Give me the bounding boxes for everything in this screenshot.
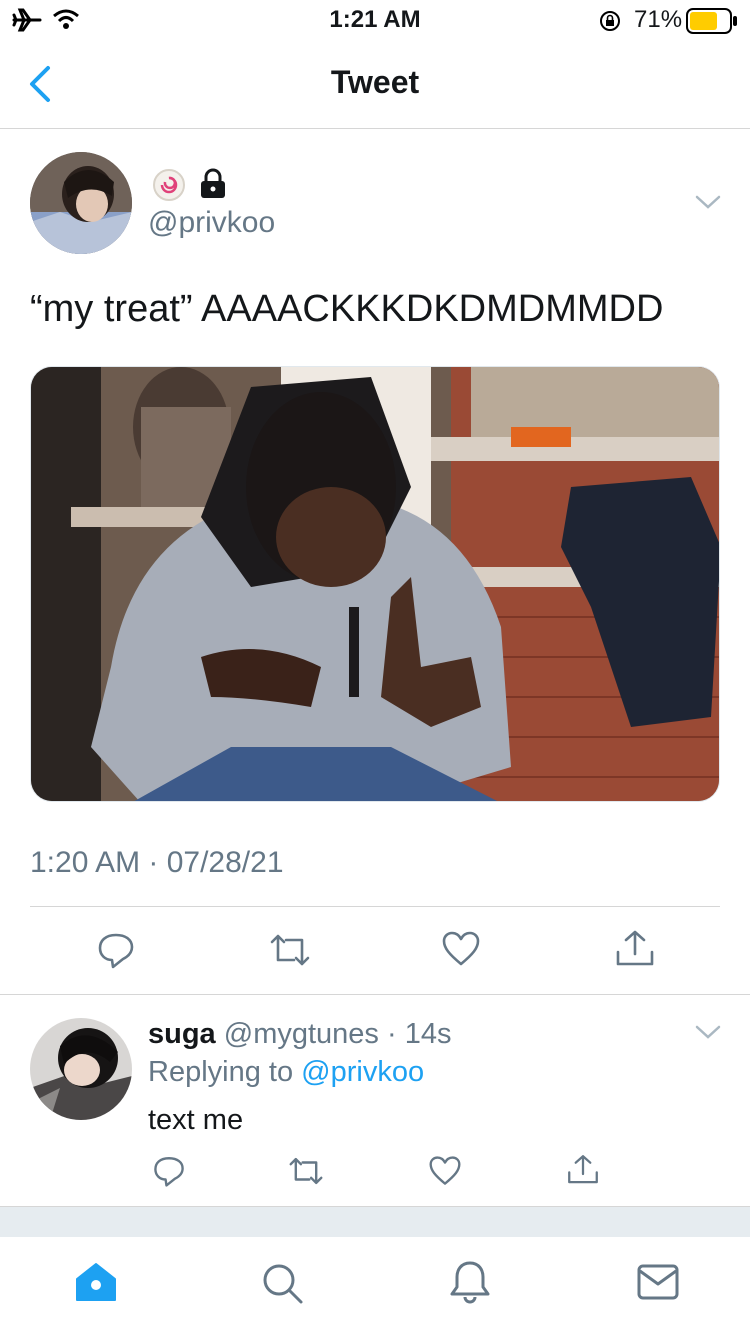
nav-bar: Tweet bbox=[0, 40, 750, 129]
tweet-media[interactable] bbox=[30, 366, 720, 802]
replying-to-label: Replying to bbox=[148, 1056, 294, 1088]
avatar[interactable] bbox=[30, 152, 132, 254]
chevron-down-icon[interactable] bbox=[694, 1022, 722, 1042]
tweet-timestamp: 1:20 AM · 07/28/21 bbox=[30, 846, 284, 879]
share-icon[interactable] bbox=[614, 928, 656, 970]
divider bbox=[0, 994, 750, 995]
replying-to-line: Replying to @privkoo bbox=[148, 1056, 424, 1089]
like-icon[interactable] bbox=[428, 1155, 462, 1187]
dot-separator: · bbox=[378, 1018, 405, 1050]
reply-header: suga @mygtunes · 14s bbox=[148, 1018, 451, 1051]
section-separator bbox=[0, 1206, 750, 1238]
reply-icon[interactable] bbox=[96, 930, 136, 970]
reply-avatar-photo bbox=[30, 1018, 132, 1120]
like-icon[interactable] bbox=[441, 930, 481, 968]
retweet-icon[interactable] bbox=[268, 930, 312, 970]
retweet-icon[interactable] bbox=[287, 1154, 325, 1188]
reply-text: text me bbox=[148, 1104, 244, 1136]
messages-icon[interactable] bbox=[636, 1263, 680, 1301]
notifications-icon[interactable] bbox=[449, 1259, 491, 1305]
tweet-text: “my treat” AAAACKKKDKDMDMMDD bbox=[30, 288, 664, 330]
status-bar: 1:21 AM 71% bbox=[0, 0, 750, 40]
battery-icon bbox=[686, 8, 737, 34]
tab-bar bbox=[0, 1237, 750, 1334]
reply-author-handle[interactable]: @mygtunes bbox=[224, 1018, 379, 1050]
reply-time: 14s bbox=[404, 1018, 452, 1050]
reply-avatar[interactable] bbox=[30, 1018, 132, 1120]
reply-author-name[interactable]: suga bbox=[148, 1018, 216, 1050]
home-icon[interactable] bbox=[74, 1261, 118, 1303]
search-icon[interactable] bbox=[260, 1261, 304, 1305]
avatar-photo bbox=[30, 152, 132, 254]
reply-icon[interactable] bbox=[152, 1154, 186, 1188]
author-handle[interactable]: @privkoo bbox=[148, 206, 275, 240]
orientation-lock-icon bbox=[600, 11, 620, 31]
chevron-down-icon[interactable] bbox=[694, 192, 722, 212]
divider bbox=[30, 906, 720, 907]
battery-percent: 71% bbox=[634, 6, 683, 33]
fishcake-emoji-icon bbox=[153, 169, 185, 201]
protected-lock-icon bbox=[201, 168, 225, 198]
share-icon[interactable] bbox=[566, 1152, 600, 1188]
tweet-photo bbox=[31, 367, 719, 801]
page-title: Tweet bbox=[330, 64, 420, 100]
replying-to-link[interactable]: @privkoo bbox=[301, 1056, 424, 1088]
